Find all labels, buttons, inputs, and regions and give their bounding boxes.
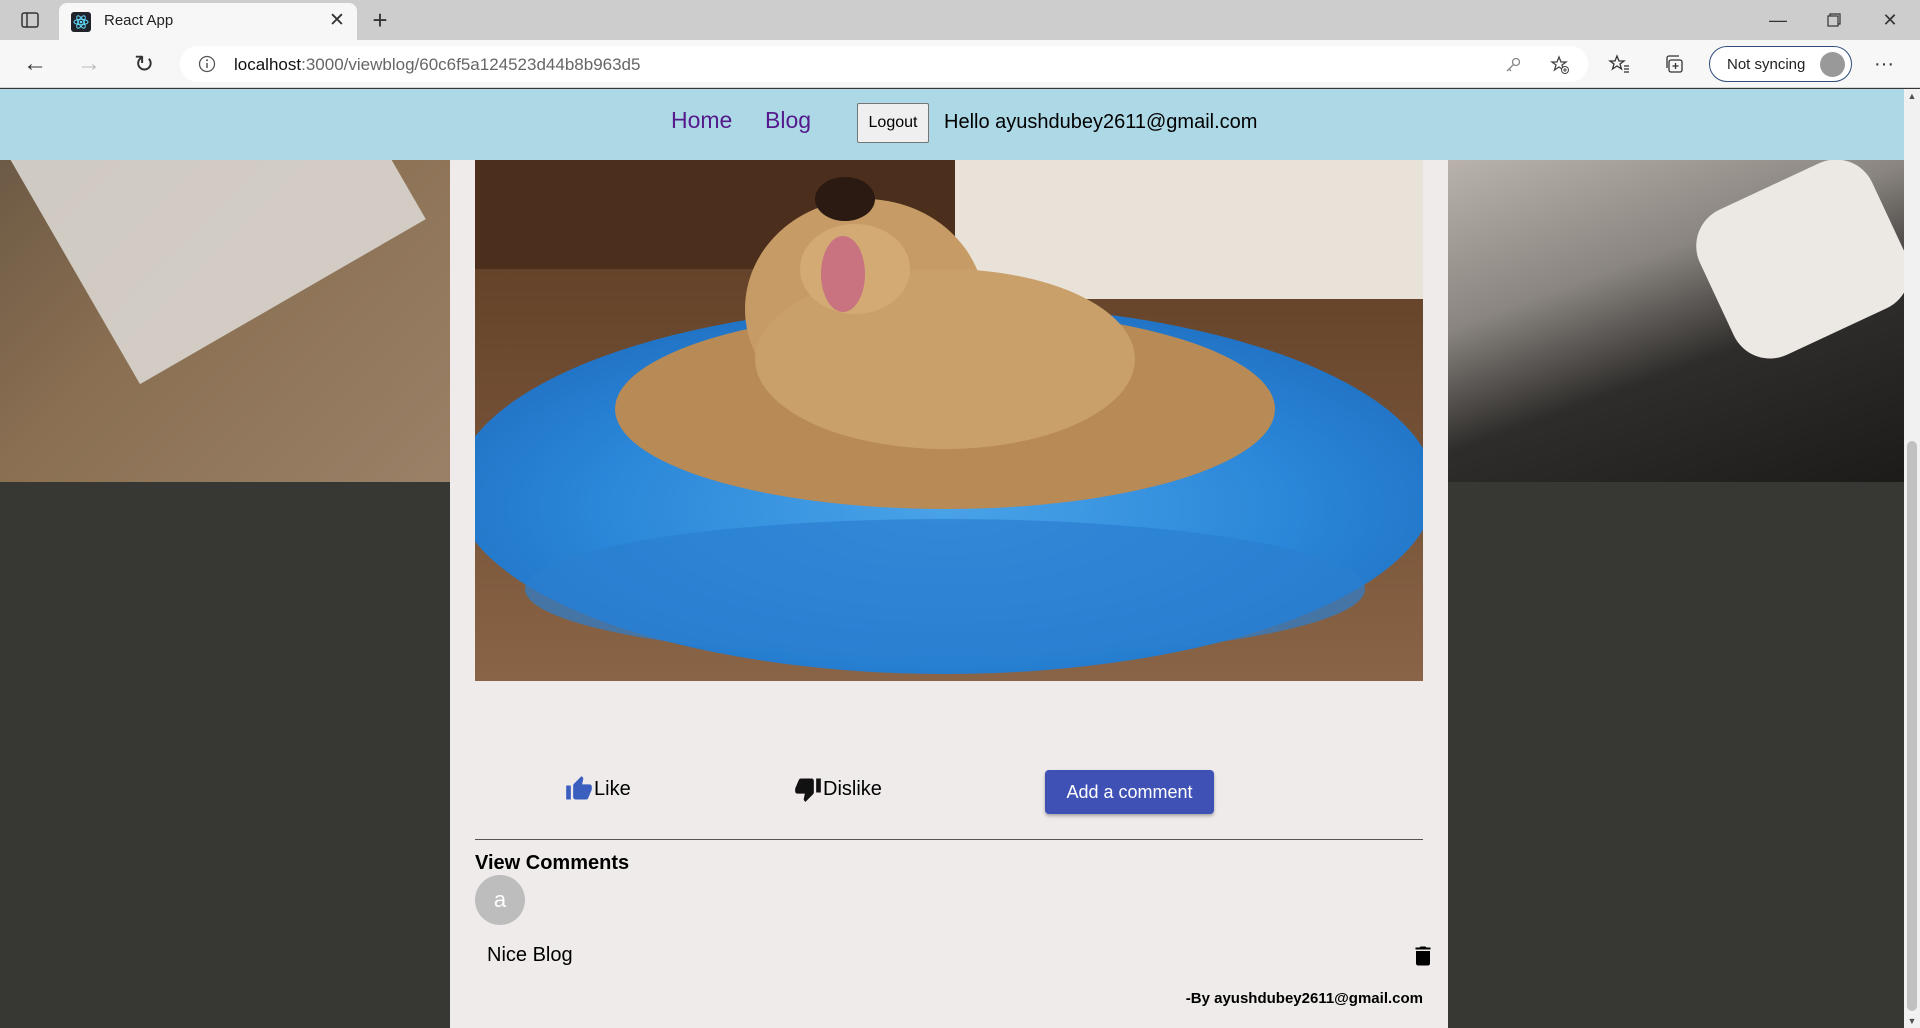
user-greeting: Hello ayushdubey2611@gmail.com [944, 111, 1258, 133]
add-comment-button[interactable]: Add a comment [1045, 770, 1214, 814]
blog-content: Like Dislike Add a comment View Comments… [450, 89, 1448, 1028]
sync-label: Not syncing [1727, 56, 1806, 73]
browser-toolbar: ← → ↻ localhost:3000/viewblog/60c6f5a124… [0, 40, 1920, 88]
divider [475, 839, 1423, 840]
site-navbar: Home Blog Logout Hello ayushdubey2611@gm… [0, 89, 1904, 160]
trash-icon[interactable] [1415, 946, 1431, 966]
like-button[interactable]: Like [564, 775, 631, 803]
key-icon[interactable] [1502, 54, 1524, 76]
page-viewport: Like Dislike Add a comment View Comments… [0, 89, 1904, 1028]
sync-button[interactable]: Not syncing [1709, 46, 1852, 82]
like-label: Like [594, 777, 631, 800]
nav-link-home[interactable]: Home [671, 107, 732, 134]
comment-text: Nice Blog [487, 944, 573, 966]
scroll-up-icon[interactable]: ▲ [1907, 91, 1917, 101]
browser-tab[interactable]: React App ✕ [59, 3, 357, 40]
thumbs-down-icon [795, 778, 821, 802]
close-icon[interactable]: ✕ [325, 9, 349, 33]
profile-avatar-icon [1820, 52, 1845, 77]
info-icon[interactable] [196, 53, 218, 75]
dislike-button[interactable]: Dislike [793, 775, 882, 803]
minimize-icon[interactable]: — [1750, 0, 1806, 40]
forward-icon: → [77, 50, 101, 77]
url-text[interactable]: localhost:3000/viewblog/60c6f5a124523d44… [234, 55, 640, 75]
close-window-icon[interactable]: ✕ [1862, 0, 1918, 40]
collections-icon[interactable] [1662, 52, 1688, 76]
restore-icon[interactable] [1806, 0, 1862, 40]
comments-heading: View Comments [475, 852, 630, 874]
back-icon[interactable]: ← [18, 49, 52, 79]
more-icon[interactable]: ··· [1870, 52, 1898, 76]
react-icon [71, 12, 91, 32]
comment-author: -By ayushdubey2611@gmail.com [1185, 990, 1423, 1007]
page-scrollbar[interactable]: ▲ ▼ [1904, 89, 1920, 1028]
url-path: :3000/viewblog/60c6f5a124523d44b8b963d5 [301, 55, 641, 74]
nav-link-blog[interactable]: Blog [765, 107, 811, 134]
background-image-right [1448, 146, 1904, 482]
address-bar[interactable]: localhost:3000/viewblog/60c6f5a124523d44… [180, 46, 1588, 82]
tab-title: React App [104, 12, 174, 29]
url-host: localhost [234, 55, 302, 74]
tab-strip: React App ✕ + — ✕ [0, 0, 1920, 40]
favorites-icon[interactable] [1606, 52, 1632, 76]
scroll-down-icon[interactable]: ▼ [1907, 1016, 1917, 1026]
dislike-label: Dislike [823, 777, 882, 800]
refresh-icon[interactable]: ↻ [127, 49, 161, 79]
thumbs-up-icon [566, 776, 592, 800]
plus-icon[interactable]: + [366, 5, 394, 35]
scroll-thumb[interactable] [1907, 441, 1917, 1011]
blog-image [475, 159, 1423, 681]
logout-button[interactable]: Logout [857, 103, 929, 143]
sidebar-icon[interactable] [16, 8, 44, 32]
comment-avatar: a [475, 875, 525, 925]
add-favorite-icon[interactable] [1548, 53, 1572, 77]
